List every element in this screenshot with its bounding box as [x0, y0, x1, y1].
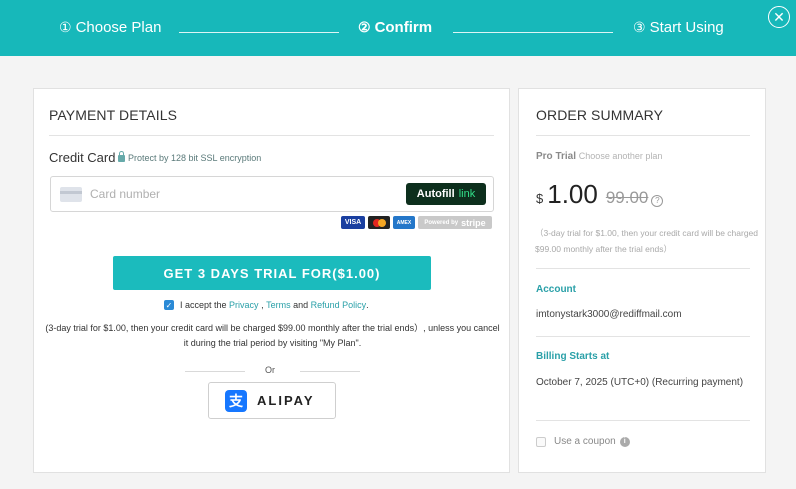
privacy-link[interactable]: Privacy	[229, 300, 259, 310]
currency-symbol: $	[536, 191, 544, 206]
mastercard-icon	[368, 216, 390, 229]
divider	[536, 135, 750, 136]
accept-sep: ,	[258, 300, 267, 310]
info-icon: i	[619, 436, 630, 447]
close-icon[interactable]: ✕	[768, 6, 790, 28]
powered-by-stripe-badge: Powered by stripe	[418, 216, 492, 229]
link-brand: link	[458, 188, 476, 200]
order-summary-panel: ORDER SUMMARY Pro Trial Choose another p…	[518, 88, 766, 473]
alipay-label: ALIPAY	[257, 393, 315, 408]
price-row: $ 1.00 99.00 ?	[536, 179, 664, 210]
payment-details-title: PAYMENT DETAILS	[49, 107, 178, 123]
refund-policy-link[interactable]: Refund Policy	[311, 300, 367, 310]
step-confirm: ② Confirm	[358, 19, 432, 36]
terms-link[interactable]: Terms	[266, 300, 291, 310]
step-divider	[453, 32, 613, 33]
payment-logos: VISA AMEX Powered by stripe	[341, 216, 492, 229]
accept-terms-checkbox[interactable]: ✓	[164, 300, 174, 310]
progress-header: ① Choose Plan ② Confirm ③ Start Using ✕	[0, 0, 796, 56]
step-choose-plan[interactable]: ① Choose Plan	[59, 19, 161, 36]
or-separator: Or	[185, 365, 360, 377]
payment-details-panel: PAYMENT DETAILS Credit Card Protect by 1…	[33, 88, 510, 473]
lock-icon	[118, 150, 125, 162]
step-number: ②	[358, 19, 371, 35]
help-icon[interactable]: ?	[651, 195, 664, 207]
visa-icon: VISA	[341, 216, 365, 229]
step-label: Choose Plan	[75, 19, 162, 36]
credit-card-icon	[60, 187, 82, 202]
accept-end: .	[366, 300, 369, 310]
use-coupon-label: Use a coupon	[554, 436, 616, 447]
trial-note: （3-day trial for $1.00, then your credit…	[535, 228, 759, 254]
or-text: Or	[265, 365, 275, 375]
use-coupon-checkbox[interactable]	[536, 436, 546, 447]
alipay-button[interactable]: 支 ALIPAY	[208, 382, 336, 419]
divider	[536, 268, 750, 269]
card-number-input[interactable]: Card number Autofill link	[50, 176, 494, 212]
step-start-using: ③ Start Using	[633, 19, 724, 36]
get-trial-button[interactable]: GET 3 DAYS TRIAL FOR($1.00)	[113, 256, 431, 290]
credit-card-label: Credit Card	[49, 150, 116, 165]
stripe-brand: stripe	[461, 217, 486, 228]
step-divider	[179, 32, 339, 33]
autofill-link-button[interactable]: Autofill link	[406, 183, 486, 205]
accept-and: and	[290, 300, 311, 310]
account-label: Account	[536, 284, 576, 295]
divider	[185, 371, 245, 372]
trial-price: 1.00	[547, 179, 598, 209]
step-label: Confirm	[374, 19, 433, 36]
account-value: imtonystark3000@rediffmail.com	[536, 309, 682, 320]
stripe-prefix: Powered by	[424, 219, 459, 226]
order-summary-title: ORDER SUMMARY	[536, 107, 664, 123]
alipay-icon: 支	[225, 389, 247, 412]
plan-line: Pro Trial Choose another plan	[536, 151, 662, 162]
autofill-label: Autofill	[416, 188, 455, 200]
billing-value: October 7, 2025 (UTC+0) (Recurring payme…	[536, 377, 744, 388]
trial-terms-note: (3-day trial for $1.00, then your credit…	[45, 323, 500, 348]
accept-terms-row: ✓ I accept the Privacy , Terms and Refun…	[164, 300, 369, 310]
divider	[300, 371, 360, 372]
card-number-placeholder: Card number	[90, 187, 161, 201]
billing-label: Billing Starts at	[536, 351, 610, 362]
accept-prefix: I accept the	[180, 300, 227, 310]
ssl-notice: Protect by 128 bit SSL encryption	[118, 150, 262, 163]
original-price: 99.00	[605, 188, 649, 207]
plan-name: Pro Trial	[536, 151, 577, 162]
use-coupon-row[interactable]: Use a coupon i	[536, 436, 630, 447]
amex-icon: AMEX	[393, 216, 415, 229]
choose-another-plan-link[interactable]: Choose another plan	[579, 151, 663, 161]
divider	[536, 420, 750, 421]
divider	[49, 135, 494, 136]
step-label: Start Using	[649, 19, 724, 36]
ssl-text: Protect by 128 bit SSL encryption	[128, 153, 262, 163]
step-number: ①	[59, 19, 72, 35]
step-number: ③	[633, 19, 646, 35]
divider	[536, 336, 750, 337]
